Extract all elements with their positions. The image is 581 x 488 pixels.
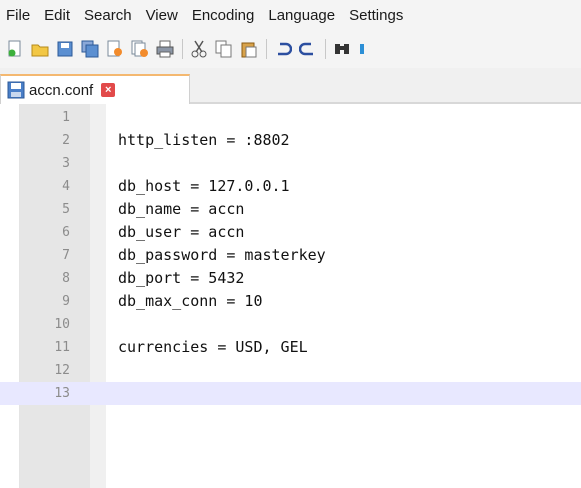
menu-language[interactable]: Language — [268, 7, 335, 24]
code-editor[interactable]: 1 2 http_listen = :8802 3 4 db_host = 127.… — [0, 104, 581, 488]
line-number: 4 — [62, 179, 70, 194]
save-all-icon[interactable] — [80, 39, 100, 59]
copy-icon[interactable] — [214, 39, 234, 59]
menu-file[interactable]: File — [6, 7, 30, 24]
line-text: http_listen = :8802 — [118, 131, 290, 149]
line-number: 6 — [62, 225, 70, 240]
line-text: db_host = 127.0.0.1 — [118, 177, 290, 195]
menu-view[interactable]: View — [146, 7, 178, 24]
line-text: db_name = accn — [118, 200, 245, 218]
line-number: 13 — [54, 386, 70, 401]
toolbar — [0, 30, 581, 68]
menu-search[interactable]: Search — [84, 7, 132, 24]
line-number: 2 — [62, 133, 70, 148]
tab-accn-conf[interactable]: accn.conf × — [0, 74, 190, 104]
save-icon[interactable] — [55, 39, 75, 59]
tab-label: accn.conf — [29, 81, 94, 99]
editor-line[interactable]: 5 db_name = accn — [0, 198, 581, 221]
line-number: 8 — [62, 271, 70, 286]
line-text: db_user = accn — [118, 223, 245, 241]
editor-line[interactable]: 9 db_max_conn = 10 — [0, 290, 581, 313]
menu-settings[interactable]: Settings — [349, 7, 403, 24]
line-number: 1 — [62, 110, 70, 125]
editor-line[interactable]: 4 db_host = 127.0.0.1 — [0, 175, 581, 198]
editor-line[interactable]: 3 — [0, 152, 581, 175]
line-text: db_password = masterkey — [118, 246, 326, 264]
tab-strip: accn.conf × — [0, 68, 581, 104]
editor-line[interactable]: 10 — [0, 313, 581, 336]
editor-line[interactable]: 1 — [0, 106, 581, 129]
editor-line[interactable]: 11 currencies = USD, GEL — [0, 336, 581, 359]
cut-icon[interactable] — [189, 39, 209, 59]
print-icon[interactable] — [155, 39, 175, 59]
saved-file-icon — [7, 81, 25, 99]
close-tab-icon[interactable]: × — [101, 83, 116, 97]
line-number: 7 — [62, 248, 70, 263]
menu-bar: File Edit Search View Encoding Language … — [0, 0, 581, 30]
line-text: db_max_conn = 10 — [118, 292, 263, 310]
line-number: 5 — [62, 202, 70, 217]
line-number: 12 — [54, 363, 70, 378]
open-file-icon[interactable] — [30, 39, 50, 59]
find-icon[interactable] — [332, 39, 352, 59]
editor-line[interactable]: 6 db_user = accn — [0, 221, 581, 244]
new-file-icon[interactable] — [5, 39, 25, 59]
line-number: 9 — [62, 294, 70, 309]
editor-line[interactable]: 7 db_password = masterkey — [0, 244, 581, 267]
line-text: currencies = USD, GEL — [118, 338, 308, 356]
redo-icon[interactable] — [298, 39, 318, 59]
menu-edit[interactable]: Edit — [44, 7, 70, 24]
editor-current-line[interactable]: 13 — [0, 382, 581, 405]
toolbar-separator — [182, 39, 183, 59]
line-text: db_port = 5432 — [118, 269, 245, 287]
paste-icon[interactable] — [239, 39, 259, 59]
undo-icon[interactable] — [273, 39, 293, 59]
close-all-icon[interactable] — [130, 39, 150, 59]
editor-line[interactable]: 8 db_port = 5432 — [0, 267, 581, 290]
editor-line[interactable]: 12 — [0, 359, 581, 382]
editor-lines: 1 2 http_listen = :8802 3 4 db_host = 127.… — [0, 106, 581, 405]
line-number: 11 — [54, 340, 70, 355]
editor-line[interactable]: 2 http_listen = :8802 — [0, 129, 581, 152]
line-number: 10 — [54, 317, 70, 332]
menu-encoding[interactable]: Encoding — [192, 7, 255, 24]
replace-icon[interactable] — [357, 39, 377, 59]
close-icon[interactable] — [105, 39, 125, 59]
toolbar-separator — [266, 39, 267, 59]
line-number: 3 — [62, 156, 70, 171]
toolbar-separator — [325, 39, 326, 59]
